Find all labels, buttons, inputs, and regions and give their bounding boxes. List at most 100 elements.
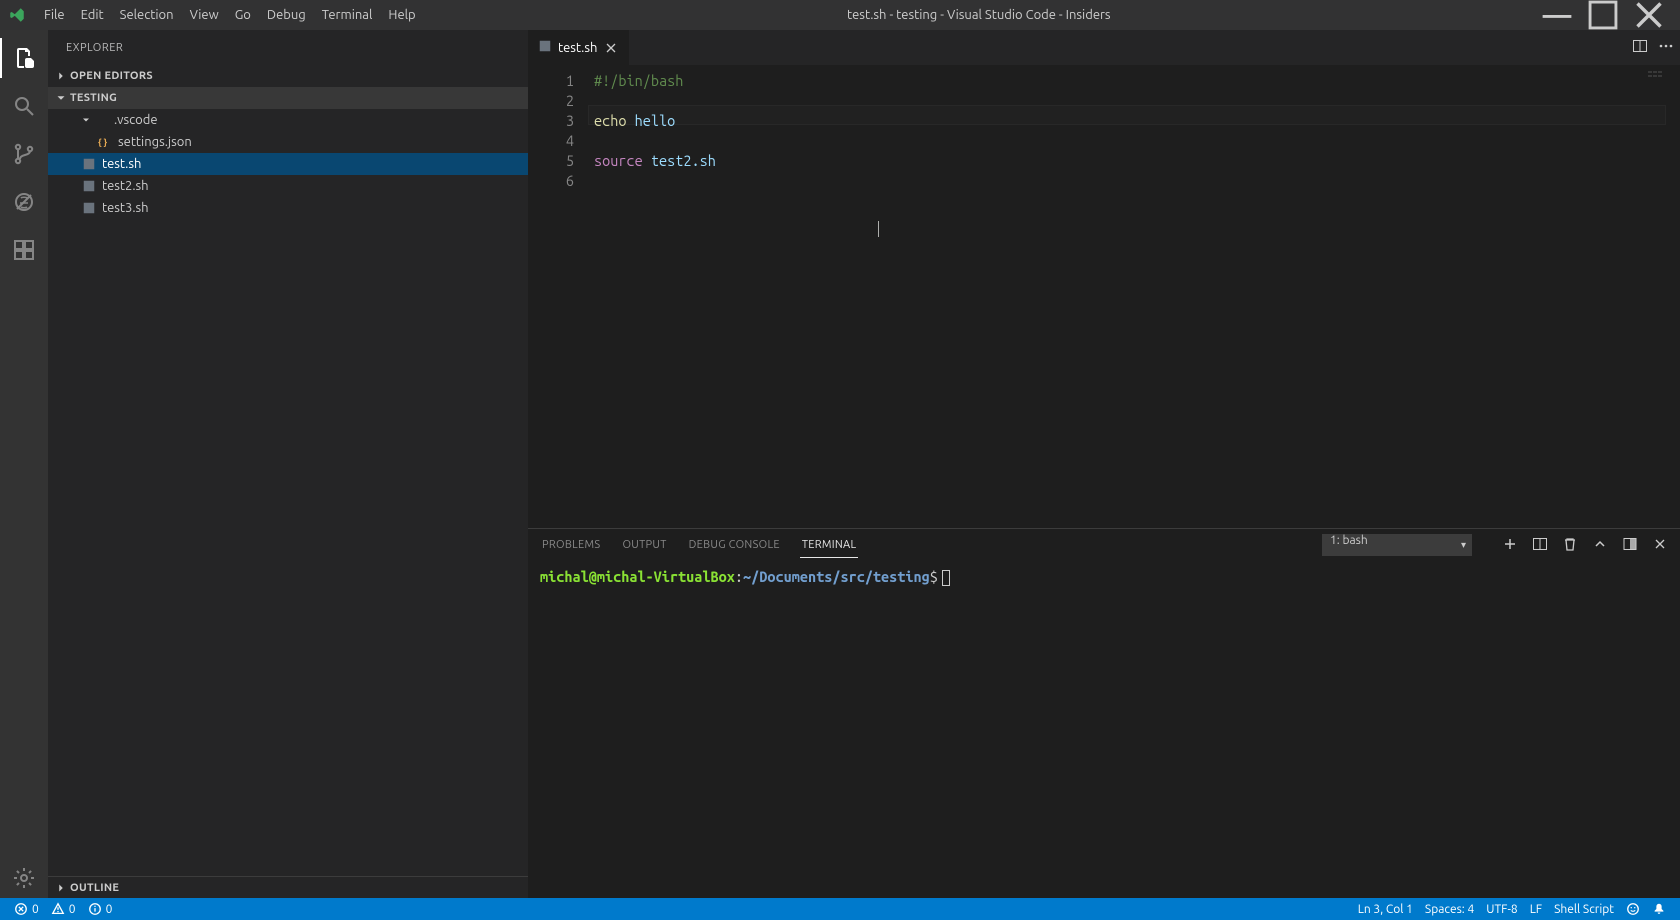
menu-help[interactable]: Help — [380, 0, 423, 30]
terminal-selector[interactable]: 1: bash — [1322, 534, 1472, 556]
close-button[interactable] — [1626, 0, 1672, 30]
search-icon — [12, 94, 36, 118]
line-number: 1 — [528, 71, 574, 91]
tree-item-label: test3.sh — [102, 201, 149, 215]
terminal-prompt-suffix: $ — [930, 568, 938, 585]
code-content[interactable]: #!/bin/bash echo hello source test2.sh — [588, 65, 1680, 528]
extensions-icon — [12, 238, 36, 262]
sidebar: EXPLORER OPEN EDITORS TESTING .vscode{ }… — [48, 30, 528, 898]
branch-icon — [12, 142, 36, 166]
panel-tab-problems[interactable]: PROBLEMS — [540, 539, 602, 551]
line-number: 2 — [528, 91, 574, 111]
code-line: source test2.sh — [594, 151, 1680, 171]
section-outline-label: OUTLINE — [70, 882, 119, 894]
tree-file[interactable]: test3.sh — [48, 197, 528, 219]
panel-tab-debug-console[interactable]: DEBUG CONSOLE — [687, 539, 782, 551]
status-errors[interactable]: 0 — [8, 898, 45, 920]
code-line: #!/bin/bash — [594, 71, 1680, 91]
code-editor[interactable]: 123456 #!/bin/bash echo hello source test2… — [528, 65, 1680, 528]
window-title: test.sh - testing - Visual Studio Code -… — [424, 8, 1534, 22]
more-actions-button[interactable] — [1658, 38, 1674, 57]
new-terminal-button[interactable] — [1502, 536, 1518, 555]
line-number: 6 — [528, 171, 574, 191]
panel-tab-terminal[interactable]: TERMINAL — [800, 539, 859, 551]
panel-tab-output[interactable]: OUTPUT — [620, 539, 668, 551]
chevron-down-icon — [54, 91, 68, 105]
tab-close-button[interactable] — [603, 40, 619, 56]
code-line — [594, 131, 1680, 151]
menubar: File Edit Selection View Go Debug Termin… — [36, 0, 424, 30]
status-notifications[interactable] — [1646, 898, 1672, 920]
chevron-right-icon — [54, 881, 68, 895]
panel-close-button[interactable] — [1652, 536, 1668, 555]
status-encoding[interactable]: UTF-8 — [1480, 898, 1523, 920]
status-indent[interactable]: Spaces: 4 — [1419, 898, 1480, 920]
split-editor-button[interactable] — [1632, 38, 1648, 57]
tab-test-sh[interactable]: test.sh — [528, 30, 630, 65]
section-folder[interactable]: TESTING — [48, 87, 528, 109]
shell-file-icon — [80, 201, 98, 215]
status-language[interactable]: Shell Script — [1548, 898, 1620, 920]
window-controls — [1534, 0, 1672, 30]
menu-debug[interactable]: Debug — [259, 0, 314, 30]
tree-file[interactable]: test2.sh — [48, 175, 528, 197]
code-line — [594, 171, 1680, 191]
maximize-button[interactable] — [1580, 0, 1626, 30]
bug-no-icon — [12, 190, 36, 214]
warning-icon — [51, 902, 65, 916]
terminal-body[interactable]: michal@michal-VirtualBox:~/Documents/src… — [528, 561, 1680, 898]
split-terminal-button[interactable] — [1532, 536, 1548, 555]
smiley-icon — [1626, 902, 1640, 916]
error-icon — [14, 902, 28, 916]
line-number-gutter: 123456 — [528, 65, 588, 528]
tree-item-label: test.sh — [102, 157, 141, 171]
status-feedback[interactable] — [1620, 898, 1646, 920]
menu-edit[interactable]: Edit — [73, 0, 112, 30]
text-cursor-icon — [878, 221, 879, 237]
terminal-prompt-sep: : — [735, 568, 743, 585]
menu-terminal[interactable]: Terminal — [314, 0, 381, 30]
activity-search[interactable] — [0, 86, 48, 126]
minimize-button[interactable] — [1534, 0, 1580, 30]
status-warnings-count: 0 — [69, 903, 76, 916]
code-line: echo hello — [594, 111, 1680, 131]
activity-scm[interactable] — [0, 134, 48, 174]
gear-icon — [12, 866, 36, 890]
menu-file[interactable]: File — [36, 0, 73, 30]
terminal-prompt-user: michal@michal-VirtualBox — [540, 568, 735, 585]
kill-terminal-button[interactable] — [1562, 536, 1578, 555]
menu-view[interactable]: View — [182, 0, 227, 30]
chevron-down-icon — [80, 113, 92, 127]
activity-debug[interactable] — [0, 182, 48, 222]
line-number: 5 — [528, 151, 574, 171]
panel-tabs: PROBLEMS OUTPUT DEBUG CONSOLE TERMINAL 1… — [528, 529, 1680, 561]
status-cursor-pos[interactable]: Ln 3, Col 1 — [1352, 898, 1419, 920]
tree-file[interactable]: test.sh — [48, 153, 528, 175]
menu-selection[interactable]: Selection — [112, 0, 182, 30]
files-icon — [12, 46, 36, 70]
tree-folder[interactable]: .vscode — [48, 109, 528, 131]
panel-up-button[interactable] — [1592, 536, 1608, 555]
info-icon — [88, 902, 102, 916]
status-eol[interactable]: LF — [1524, 898, 1548, 920]
menu-go[interactable]: Go — [227, 0, 259, 30]
section-open-editors[interactable]: OPEN EDITORS — [48, 65, 528, 87]
line-number: 3 — [528, 111, 574, 131]
editor-tabs: test.sh — [528, 30, 1680, 65]
tree-item-label: test2.sh — [102, 179, 149, 193]
section-outline[interactable]: OUTLINE — [48, 876, 528, 898]
status-info[interactable]: 0 — [82, 898, 119, 920]
activity-explorer[interactable] — [0, 38, 48, 78]
activity-settings[interactable] — [0, 858, 48, 898]
section-open-editors-label: OPEN EDITORS — [70, 70, 153, 82]
json-file-icon: { } — [96, 135, 114, 149]
status-info-count: 0 — [106, 903, 113, 916]
activity-extensions[interactable] — [0, 230, 48, 270]
editor-area: test.sh 123456 #!/bin/bash echo hello sour… — [528, 30, 1680, 898]
section-folder-label: TESTING — [70, 92, 117, 104]
status-warnings[interactable]: 0 — [45, 898, 82, 920]
panel-maximize-button[interactable] — [1622, 536, 1638, 555]
tree-item-label: .vscode — [114, 113, 158, 127]
file-tree: .vscode { }settings.json test.sh test2.sh te… — [48, 109, 528, 876]
tree-file[interactable]: { }settings.json — [48, 131, 528, 153]
